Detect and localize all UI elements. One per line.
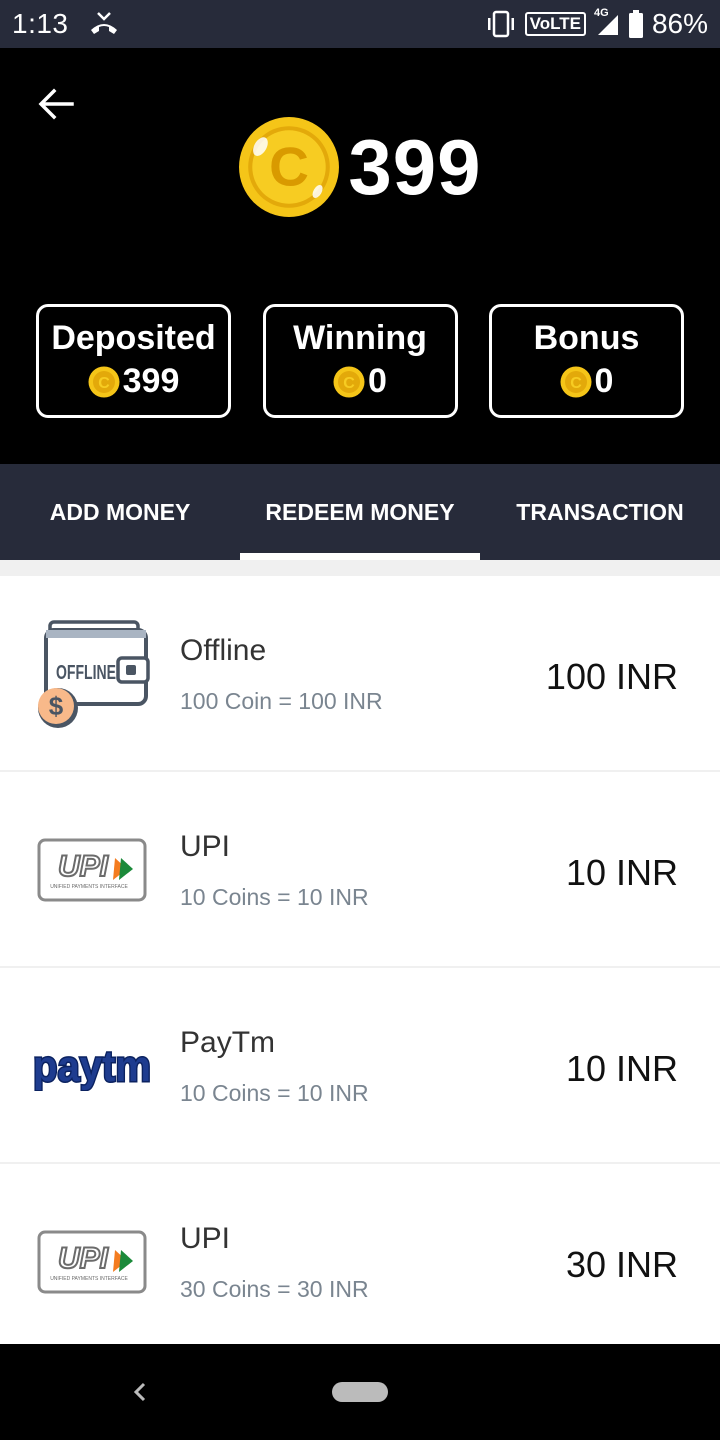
tab-redeem-money[interactable]: REDEEM MONEY (240, 464, 480, 560)
system-nav-bar (0, 1344, 720, 1440)
tab-transaction[interactable]: TRANSACTION (480, 464, 720, 560)
status-right-group: VoLTE 4G 86% (485, 7, 708, 40)
upi-logo-icon: UPI UNIFIED PAYMENTS INTERFACE (28, 814, 156, 926)
option-title: PayTm (180, 1026, 276, 1059)
option-amount: 10 INR (565, 1048, 678, 1089)
upi-logo-subtext: UNIFIED PAYMENTS INTERFACE (50, 884, 128, 890)
upi-logo-text: UPI (58, 850, 109, 883)
upi-logo-text: UPI (58, 1242, 109, 1275)
redeem-option-paytm[interactable]: paytm PayTm 10 Coins = 10 INR 10 INR (0, 968, 720, 1162)
option-title: UPI (180, 830, 231, 863)
option-rate: 10 Coins = 10 INR (180, 884, 369, 910)
upi-logo-icon: UPI UNIFIED PAYMENTS INTERFACE (28, 1206, 156, 1318)
vibrate-icon (487, 10, 514, 38)
coin-icon: C (239, 117, 340, 217)
option-amount: 100 INR (545, 656, 678, 697)
volte-badge: VoLTE (524, 12, 586, 36)
offline-logo-text: OFFLINE (56, 662, 116, 684)
nav-home-pill[interactable] (332, 1382, 388, 1402)
status-time: 1:13 (12, 8, 69, 39)
redeem-options-list: OFFLINE $ Offline 100 Coin = 100 INR 100… (0, 560, 720, 1344)
option-rate: 10 Coins = 10 INR (180, 1080, 369, 1106)
option-amount: 10 INR (565, 852, 678, 893)
redeem-option-upi[interactable]: UPI UNIFIED PAYMENTS INTERFACE UPI 30 Co… (0, 1164, 720, 1344)
coin-icon: C (560, 366, 592, 397)
redeem-option-offline[interactable]: OFFLINE $ Offline 100 Coin = 100 INR 100… (0, 576, 720, 770)
option-rate: 30 Coins = 30 INR (180, 1276, 369, 1302)
svg-text:$: $ (49, 691, 64, 721)
missed-call-icon (91, 12, 117, 34)
total-balance: C 399 (0, 116, 720, 218)
signal-icon: 4G (594, 7, 620, 37)
battery-icon (628, 10, 643, 38)
option-amount: 30 INR (565, 1244, 678, 1285)
battery-percent: 86% (651, 8, 708, 39)
option-title: Offline (180, 634, 267, 667)
wallet-box-value: 0 (368, 362, 387, 400)
svg-text:C: C (343, 375, 355, 392)
wallet-box-value: 399 (122, 362, 180, 400)
paytm-logo-text: paytm (33, 1042, 151, 1091)
option-rate: 100 Coin = 100 INR (180, 688, 383, 714)
wallet-box-label: Winning (293, 319, 427, 357)
coin-icon: C (333, 366, 365, 397)
wallet-box-label: Deposited (51, 319, 216, 357)
option-title: UPI (180, 1222, 231, 1255)
wallet-header: C 399 Deposited C 399 Winning C 0 Bonus … (0, 48, 720, 464)
network-type: 4G (593, 7, 609, 19)
paytm-logo-icon: paytm (28, 1010, 156, 1122)
winning-box: Winning C 0 (262, 304, 458, 418)
svg-text:C: C (570, 375, 582, 392)
wallet-box-label: Bonus (533, 319, 640, 357)
upi-logo-subtext: UNIFIED PAYMENTS INTERFACE (50, 1276, 128, 1282)
tab-bar: ADD MONEY REDEEM MONEY TRANSACTION (0, 464, 720, 560)
nav-back-icon[interactable] (128, 1376, 150, 1408)
deposited-box: Deposited C 399 (36, 304, 231, 418)
status-bar: 1:13 VoLTE 4G 86% (0, 0, 720, 48)
bonus-box: Bonus C 0 (489, 304, 684, 418)
balance-value: 399 (348, 122, 482, 211)
coin-icon: C (88, 366, 120, 397)
svg-text:C: C (98, 375, 110, 392)
wallet-breakdown: Deposited C 399 Winning C 0 Bonus C 0 (36, 304, 684, 418)
tab-add-money[interactable]: ADD MONEY (0, 464, 240, 560)
wallet-box-value: 0 (594, 362, 614, 400)
svg-text:C: C (270, 135, 310, 197)
redeem-option-upi[interactable]: UPI UNIFIED PAYMENTS INTERFACE UPI 10 Co… (0, 772, 720, 966)
offline-wallet-icon: OFFLINE $ (28, 618, 156, 730)
